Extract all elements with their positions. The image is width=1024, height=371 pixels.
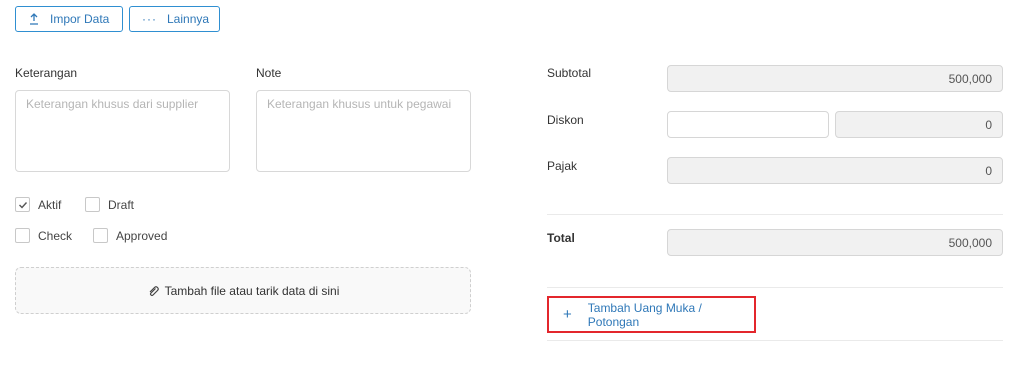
- bottom-divider: [547, 340, 1003, 341]
- diskon-value: 0: [985, 117, 992, 132]
- check-icon: [18, 201, 27, 209]
- keterangan-label: Keterangan: [15, 66, 78, 80]
- total-field: 500,000: [667, 229, 1003, 256]
- checkbox-box[interactable]: [15, 197, 30, 212]
- dropzone-label: Tambah file atau tarik data di sini: [164, 283, 340, 298]
- plus-icon: +: [563, 306, 572, 323]
- more-button[interactable]: ··· Lainnya: [129, 6, 220, 32]
- checkbox-label: Check: [38, 228, 73, 243]
- note-placeholder: Keterangan khusus untuk pegawai: [267, 97, 452, 111]
- total-label: Total: [547, 231, 575, 245]
- add-advance-button[interactable]: + Tambah Uang Muka / Potongan: [547, 296, 756, 333]
- checkbox-label: Draft: [108, 197, 135, 212]
- keterangan-placeholder: Keterangan khusus dari supplier: [26, 97, 199, 111]
- checkbox-label: Approved: [116, 228, 168, 243]
- total-value: 500,000: [948, 235, 992, 250]
- diskon-input[interactable]: [667, 111, 829, 138]
- note-label: Note: [256, 66, 282, 80]
- file-dropzone[interactable]: Tambah file atau tarik data di sini: [15, 267, 471, 314]
- keterangan-textarea[interactable]: Keterangan khusus dari supplier: [15, 90, 230, 172]
- checkbox-box[interactable]: [93, 228, 108, 243]
- subtotal-value: 500,000: [948, 71, 992, 86]
- import-data-button[interactable]: Impor Data: [15, 6, 123, 32]
- checkbox-label: Aktif: [38, 197, 62, 212]
- diskon-label: Diskon: [547, 113, 584, 127]
- upload-icon: [28, 13, 40, 25]
- note-textarea[interactable]: Keterangan khusus untuk pegawai: [256, 90, 471, 172]
- checkbox-box[interactable]: [85, 197, 100, 212]
- checkbox-check[interactable]: Check: [15, 228, 72, 243]
- checkbox-aktif[interactable]: Aktif: [15, 197, 61, 212]
- checkbox-draft[interactable]: Draft: [85, 197, 134, 212]
- checkbox-box[interactable]: [15, 228, 30, 243]
- diskon-amount-field: 0: [835, 111, 1003, 138]
- subtotal-field: 500,000: [667, 65, 1003, 92]
- more-label: Lainnya: [167, 12, 210, 26]
- import-data-label: Impor Data: [50, 12, 110, 26]
- checkbox-approved[interactable]: Approved: [93, 228, 167, 243]
- summary-divider: [547, 214, 1003, 215]
- subtotal-label: Subtotal: [547, 66, 592, 80]
- total-divider: [547, 287, 1003, 288]
- pajak-label: Pajak: [547, 159, 578, 173]
- more-dots-icon: ···: [142, 12, 157, 26]
- pajak-field: 0: [667, 157, 1003, 184]
- pajak-value: 0: [985, 163, 992, 178]
- add-advance-label: Tambah Uang Muka / Potongan: [587, 300, 702, 329]
- paperclip-icon: [147, 285, 159, 297]
